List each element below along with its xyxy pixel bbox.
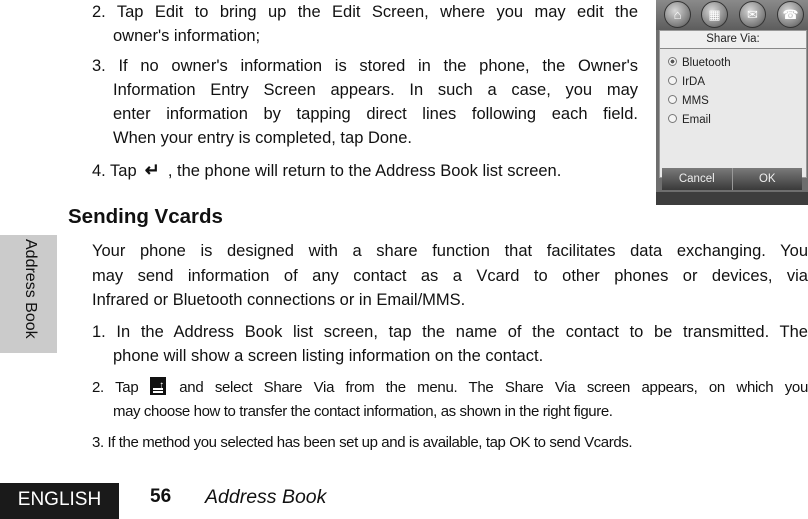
option-irda[interactable]: IrDA	[668, 76, 705, 88]
option-label: Bluetooth	[682, 57, 731, 69]
side-tab-label: Address Book	[22, 239, 39, 339]
phone-bottom-bar	[656, 192, 808, 205]
menu-icon	[149, 374, 166, 398]
cancel-button[interactable]: Cancel	[662, 168, 733, 190]
side-tab: Address Book	[0, 235, 57, 353]
step-4-prefix: 4. Tap	[92, 162, 137, 180]
contacts-icon[interactable]: ▦	[701, 1, 728, 28]
option-bluetooth[interactable]: Bluetooth	[668, 57, 731, 69]
step-3-line-1: 3. If no owner's information is stored i…	[92, 57, 638, 75]
step-2-suffix: and select Share Via from the menu. The …	[179, 379, 808, 396]
step-3-send-line: 3. If the method you selected has been s…	[92, 434, 633, 451]
step-2-send-line-2: may choose how to transfer the contact i…	[113, 403, 613, 420]
option-label: Email	[682, 114, 711, 126]
section-title: Sending Vcards	[68, 205, 223, 228]
step-1-line-2: phone will show a screen listing informa…	[113, 347, 544, 365]
step-3-line-4: When your entry is completed, tap Done.	[113, 129, 412, 147]
option-mms[interactable]: MMS	[668, 95, 709, 107]
back-arrow-icon: ↵	[144, 160, 160, 180]
step-2-line-2: owner's information;	[113, 27, 261, 45]
ok-button[interactable]: OK	[733, 168, 803, 190]
dialog-title: Share Via:	[660, 31, 806, 49]
intro-line-1: Your phone is designed with a share func…	[92, 242, 808, 260]
option-label: MMS	[682, 95, 709, 107]
step-2-send-line-1: 2. Tap and select Share Via from the men…	[92, 374, 808, 400]
home-icon[interactable]: ⌂	[664, 1, 691, 28]
dialog-button-bar: Cancel OK	[662, 168, 802, 190]
radio-icon[interactable]	[668, 114, 677, 123]
radio-selected-icon[interactable]	[668, 57, 677, 66]
messages-icon[interactable]: ✉	[739, 1, 766, 28]
intro-line-3: Infrared or Bluetooth connections or in …	[92, 291, 466, 309]
step-4-line: 4. Tap ↵ , the phone will return to the …	[92, 158, 561, 183]
share-via-dialog: Share Via: Bluetooth IrDA MMS Email	[659, 30, 807, 178]
radio-icon[interactable]	[668, 76, 677, 85]
option-email[interactable]: Email	[668, 114, 711, 126]
footer-chapter: Address Book	[205, 486, 327, 508]
phone-toolbar: ⌂ ▦ ✉ ☎	[656, 0, 808, 30]
step-3-line-3: enter information by tapping direct line…	[113, 105, 638, 123]
step-4-suffix: , the phone will return to the Address B…	[167, 162, 562, 180]
footer-language: ENGLISH	[0, 483, 119, 519]
option-label: IrDA	[682, 76, 705, 88]
page-number: 56	[150, 486, 172, 507]
step-2-prefix: 2. Tap	[92, 379, 139, 396]
radio-icon[interactable]	[668, 95, 677, 104]
step-1-line-1: 1. In the Address Book list screen, tap …	[92, 323, 808, 341]
intro-line-2: may send information of any contact as a…	[92, 267, 808, 285]
end-call-icon[interactable]: ☎	[777, 1, 804, 28]
step-2-line-1: 2. Tap Edit to bring up the Edit Screen,…	[92, 3, 638, 21]
share-via-screenshot: ⌂ ▦ ✉ ☎ Share Via: Bluetooth IrDA MMS Em…	[656, 0, 808, 205]
step-3-line-2: Information Entry Screen appears. In suc…	[113, 81, 638, 99]
